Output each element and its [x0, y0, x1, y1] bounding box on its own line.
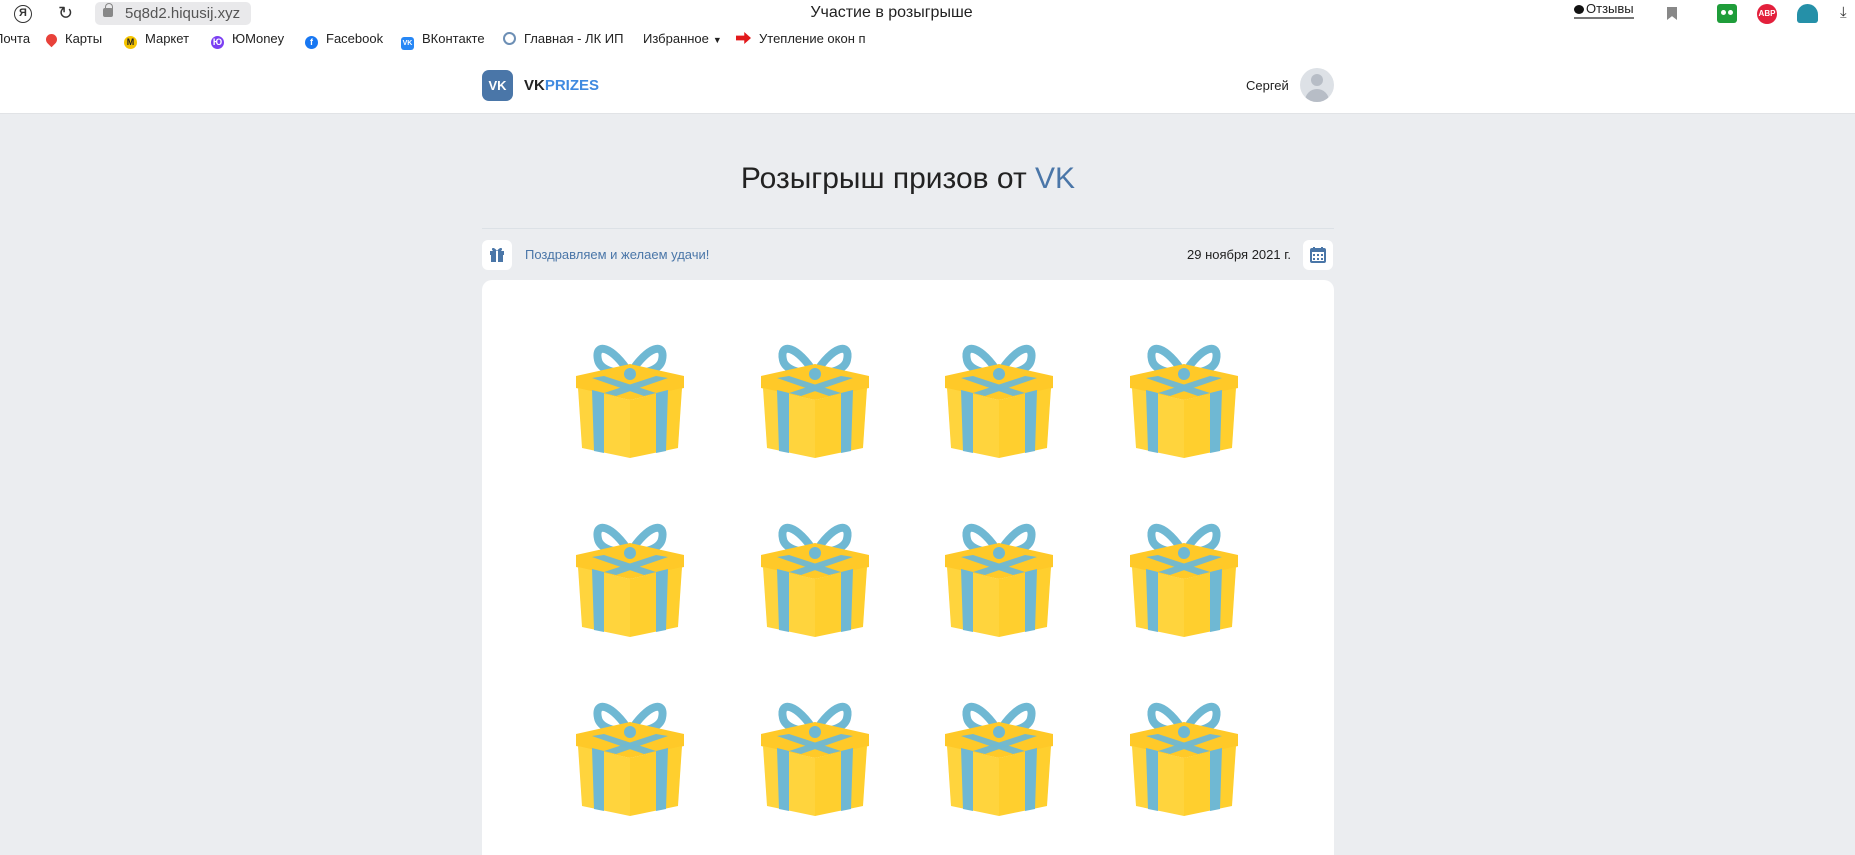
- bookmark-pochta[interactable]: Почта: [0, 31, 30, 46]
- avatar[interactable]: [1300, 68, 1334, 102]
- divider: [482, 228, 1334, 229]
- bookmark-facebook[interactable]: f Facebook: [305, 31, 383, 49]
- gift-box[interactable]: [572, 330, 688, 458]
- page-title: Розыгрыш призов от VK: [482, 162, 1334, 196]
- market-icon: M: [124, 36, 137, 49]
- bookmark-windows-insulation[interactable]: Утепление окон п: [736, 31, 866, 46]
- bookmarks-bar: Почта Карты M Маркет Ю ЮMoney f Facebook VK…: [0, 28, 1855, 50]
- gift-box[interactable]: [1126, 509, 1242, 637]
- bookmark-karty[interactable]: Карты: [43, 31, 103, 48]
- gift-box[interactable]: [757, 509, 873, 637]
- gifts-card: [482, 280, 1334, 855]
- tax-service-icon: [503, 32, 516, 45]
- user-name[interactable]: Сергей: [1246, 78, 1289, 93]
- bookmark-label: ВКонтакте: [422, 31, 485, 46]
- title-prefix: Розыгрыш призов от: [740, 162, 1036, 195]
- calendar-icon[interactable]: [1303, 240, 1333, 270]
- draw-date: 29 ноября 2021 г.: [1187, 247, 1291, 262]
- caret-down-icon: ▼: [712, 35, 722, 45]
- browser-toolbar: Я ↻ 5q8d2.hiqusij.xyz Участие в розыгрыш…: [0, 0, 1855, 28]
- gift-box[interactable]: [1126, 330, 1242, 458]
- gift-box[interactable]: [1126, 688, 1242, 816]
- tab-title: Участие в розыгрыше: [810, 4, 973, 21]
- bookmark-yumoney[interactable]: Ю ЮMoney: [211, 31, 284, 49]
- site-header: [0, 50, 1855, 114]
- gift-icon: [482, 240, 512, 270]
- gift-box[interactable]: [941, 688, 1057, 816]
- bookmark-vkontakte[interactable]: VK ВКонтакте: [401, 31, 485, 50]
- site-logo-text[interactable]: VKPRIZES: [524, 77, 599, 94]
- speech-bubble-icon: [1574, 5, 1584, 14]
- vk-icon: VK: [401, 37, 414, 50]
- logo-vk: VK: [524, 77, 545, 94]
- gift-box[interactable]: [572, 509, 688, 637]
- bookmark-lk-ip[interactable]: Главная - ЛК ИП: [503, 31, 623, 46]
- gift-box[interactable]: [572, 688, 688, 816]
- extension-bell-icon[interactable]: [1797, 4, 1818, 23]
- yumoney-icon: Ю: [211, 36, 224, 49]
- bookmark-label: Карты: [65, 31, 103, 46]
- bookmark-label: Маркет: [145, 31, 190, 46]
- reviews-button[interactable]: Отзывы: [1574, 1, 1634, 19]
- bookmark-folder-favorites[interactable]: Избранное ▼: [643, 31, 722, 46]
- vk-logo-icon[interactable]: VK: [482, 70, 513, 101]
- facebook-icon: f: [305, 36, 318, 49]
- bookmark-label: Почта: [0, 31, 31, 46]
- bookmark-label: ЮMoney: [232, 31, 285, 46]
- bookmark-label: Главная - ЛК ИП: [524, 31, 624, 46]
- gift-box[interactable]: [757, 330, 873, 458]
- red-arrow-icon: [736, 32, 751, 44]
- adblock-plus-icon[interactable]: ABP: [1757, 4, 1777, 24]
- gift-box[interactable]: [941, 330, 1057, 458]
- bookmark-label: Утепление окон п: [759, 31, 866, 46]
- title-brand: VK: [1035, 162, 1076, 195]
- download-icon[interactable]: ⤓: [1840, 4, 1847, 21]
- bookmark-market[interactable]: M Маркет: [124, 31, 189, 49]
- extension-robot-icon[interactable]: [1717, 4, 1737, 23]
- greeting-text: Поздравляем и желаем удачи!: [525, 247, 710, 262]
- gift-box[interactable]: [941, 509, 1057, 637]
- bookmark-label: Избранное: [643, 31, 709, 46]
- gift-box[interactable]: [757, 688, 873, 816]
- logo-prizes: PRIZES: [544, 77, 600, 94]
- maps-pin-icon: [43, 31, 60, 48]
- reviews-label: Отзывы: [1586, 1, 1634, 16]
- bookmark-label: Facebook: [326, 31, 384, 46]
